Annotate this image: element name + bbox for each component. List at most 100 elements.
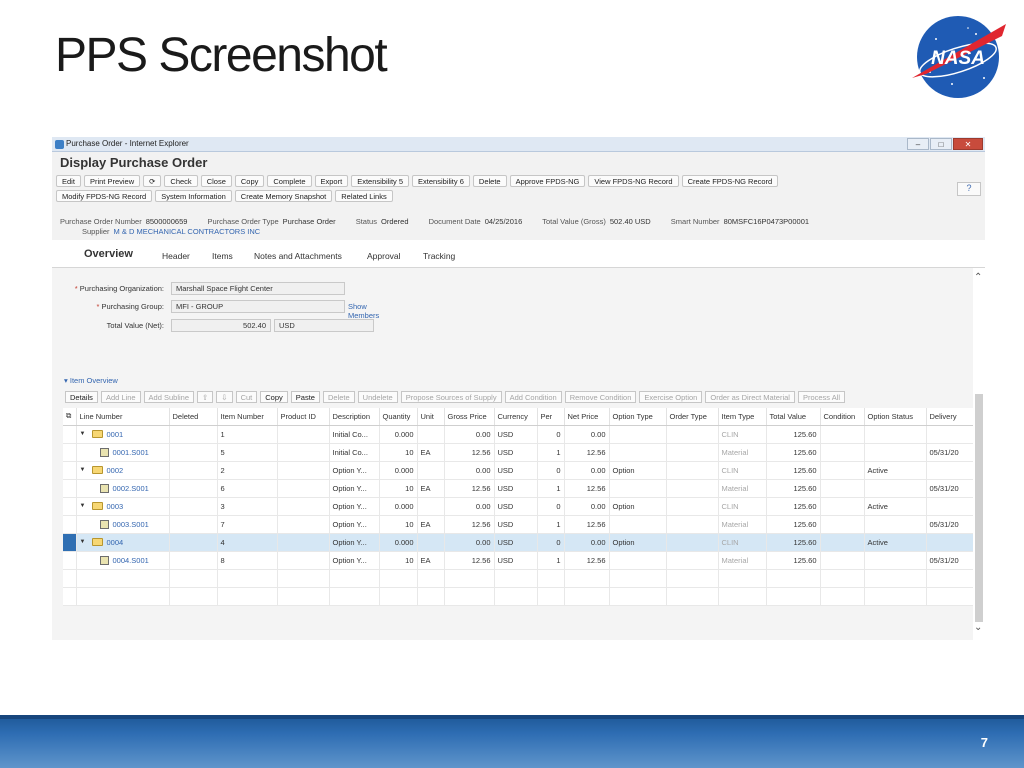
cell-itype: Material <box>718 551 767 570</box>
line-number-link[interactable]: 0001.S001 <box>113 448 149 457</box>
toolbar-button-modify-fpds-ng-record[interactable]: Modify FPDS-NG Record <box>56 190 153 202</box>
expand-arrow-icon[interactable]: ▼ <box>80 503 88 509</box>
minimize-button[interactable]: – <box>907 138 929 150</box>
item-toolbar-details-button[interactable]: Details <box>65 391 98 403</box>
table-row[interactable]: 0003.S001 7 Option Y... 10 EA 12.56 USD 1 12.56 M… <box>63 515 974 534</box>
line-number-link[interactable]: 0004.S001 <box>113 556 149 565</box>
show-members-link[interactable]: Show Members <box>348 302 379 320</box>
purch-org-field[interactable]: Marshall Space Flight Center <box>171 282 345 295</box>
toolbar-button-view-fpds-ng-record[interactable]: View FPDS-NG Record <box>588 175 679 187</box>
column-header-quantity[interactable]: Quantity <box>379 408 418 426</box>
scroll-up-icon[interactable]: ⌃ <box>974 272 982 283</box>
column-header-total-value[interactable]: Total Value <box>766 408 821 426</box>
line-number-link[interactable]: 0002.S001 <box>113 484 149 493</box>
table-row[interactable]: 0004.S001 8 Option Y... 10 EA 12.56 USD 1 12.56 M… <box>63 551 974 570</box>
column-header-per[interactable]: Per <box>537 408 565 426</box>
column-header-unit[interactable]: Unit <box>417 408 445 426</box>
column-header-option-status[interactable]: Option Status <box>864 408 927 426</box>
line-number-link[interactable]: 0003.S001 <box>113 520 149 529</box>
column-header-deleted[interactable]: Deleted <box>169 408 218 426</box>
row-selector[interactable] <box>63 551 77 570</box>
toolbar-button-create-fpds-ng-record[interactable]: Create FPDS-NG Record <box>681 175 779 187</box>
expand-arrow-icon[interactable]: ▼ <box>80 467 88 473</box>
column-header-description[interactable]: Description <box>329 408 380 426</box>
tab-approval[interactable]: Approval <box>367 251 401 261</box>
item-overview-title[interactable]: ▾ Item Overview <box>64 376 118 385</box>
cell-unit <box>417 461 445 480</box>
table-row[interactable]: 0001.S001 5 Initial Co... 10 EA 12.56 USD 1 12.5… <box>63 443 974 462</box>
toolbar-button-create-memory-snapshot[interactable]: Create Memory Snapshot <box>234 190 333 202</box>
line-number-link[interactable]: 0003 <box>107 502 124 511</box>
table-row[interactable]: ▼ 0002 2 Option Y... 0.000 0.00 USD 0 0.00 Option… <box>63 461 974 480</box>
table-row[interactable]: ▼ 0003 3 Option Y... 0.000 0.00 USD 0 0.00 Option… <box>63 497 974 516</box>
toolbar-button-extensibility-5[interactable]: Extensibility 5 <box>351 175 410 187</box>
toolbar-button-extensibility-6[interactable]: Extensibility 6 <box>412 175 470 187</box>
toolbar-button-related-links[interactable]: Related Links <box>335 190 393 202</box>
table-row[interactable]: 0002.S001 6 Option Y... 10 EA 12.56 USD 1 12.56 M… <box>63 479 974 498</box>
line-number-link[interactable]: 0004 <box>107 538 124 547</box>
column-header-net-price[interactable]: Net Price <box>564 408 610 426</box>
cell-qty: 10 <box>379 551 418 570</box>
cell-per: 0 <box>537 497 565 516</box>
table-row[interactable]: ▼ 0001 1 Initial Co... 0.000 0.00 USD 0 0.00 CLIN… <box>63 425 974 444</box>
scroll-down-icon[interactable]: ⌄ <box>974 622 982 633</box>
item-toolbar-paste-button[interactable]: Paste <box>290 391 320 403</box>
vertical-scrollbar[interactable]: ⌃ ⌄ <box>973 268 985 640</box>
cell-per: 1 <box>537 551 565 570</box>
toolbar-button-refresh[interactable]: ⟳ <box>143 175 162 187</box>
toolbar-button-approve-fpds-ng[interactable]: Approve FPDS-NG <box>509 175 586 187</box>
cell-gross: 0.00 <box>444 425 495 444</box>
smart-number: 80MSFC16P0473P00001 <box>723 217 810 226</box>
toolbar-button-edit[interactable]: Edit <box>56 175 81 187</box>
expand-arrow-icon[interactable]: ▼ <box>80 431 88 437</box>
item-toolbar-process-all-button: Process All <box>797 391 846 403</box>
column-header-line-number[interactable]: Line Number <box>76 408 170 426</box>
toolbar-button-close[interactable]: Close <box>200 175 232 187</box>
toolbar-button-delete[interactable]: Delete <box>472 175 507 187</box>
select-all-icon[interactable]: ⧉ <box>63 408 77 426</box>
row-selector[interactable] <box>63 533 77 552</box>
tab-header[interactable]: Header <box>162 251 190 261</box>
cell-desc: Option Y... <box>329 533 380 552</box>
row-selector[interactable] <box>63 461 77 480</box>
tab-notes-attachments[interactable]: Notes and Attachments <box>254 251 342 261</box>
row-selector[interactable] <box>63 443 77 462</box>
empty-cell <box>379 569 418 588</box>
row-selector[interactable] <box>63 425 77 444</box>
toolbar-button-export[interactable]: Export <box>314 175 349 187</box>
column-header-product-id[interactable]: Product ID <box>277 408 330 426</box>
column-header-item-number[interactable]: Item Number <box>217 408 278 426</box>
help-button[interactable]: ? <box>957 182 981 196</box>
toolbar-button-complete[interactable]: Complete <box>267 175 312 187</box>
line-number-link[interactable]: 0001 <box>107 430 124 439</box>
line-number-link[interactable]: 0002 <box>107 466 124 475</box>
tab-items[interactable]: Items <box>212 251 233 261</box>
row-selector[interactable] <box>63 515 77 534</box>
column-header-item-type[interactable]: Item Type <box>718 408 767 426</box>
tab-tracking[interactable]: Tracking <box>423 251 455 261</box>
row-selector[interactable] <box>63 479 77 498</box>
column-header-currency[interactable]: Currency <box>494 408 538 426</box>
column-header-delivery[interactable]: Delivery <box>926 408 974 426</box>
supplier-link[interactable]: M & D MECHANICAL CONTRACTORS INC <box>114 227 261 236</box>
purch-group-field[interactable]: MFI - GROUP <box>171 300 345 313</box>
cell-ostatus <box>864 515 927 534</box>
maximize-button[interactable]: □ <box>930 138 952 150</box>
toolbar-button-system-information[interactable]: System Information <box>155 190 232 202</box>
empty-cell <box>329 569 380 588</box>
item-toolbar-copy-button[interactable]: Copy <box>260 391 288 403</box>
toolbar-button-check[interactable]: Check <box>164 175 198 187</box>
table-row[interactable]: ▼ 0004 4 Option Y... 0.000 0.00 USD 0 0.00 Option… <box>63 533 974 552</box>
expand-arrow-icon[interactable]: ▼ <box>80 539 88 545</box>
column-header-order-type[interactable]: Order Type <box>666 408 719 426</box>
tab-overview[interactable]: Overview <box>84 248 133 260</box>
toolbar-button-print-preview[interactable]: Print Preview <box>83 175 141 187</box>
column-header-gross-price[interactable]: Gross Price <box>444 408 495 426</box>
toolbar-button-copy[interactable]: Copy <box>234 175 265 187</box>
row-selector[interactable] <box>63 497 77 516</box>
column-header-condition[interactable]: Condition <box>820 408 865 426</box>
scrollbar-thumb[interactable] <box>975 394 983 622</box>
close-window-button[interactable]: ✕ <box>953 138 983 150</box>
column-header-option-type[interactable]: Option Type <box>609 408 667 426</box>
cell-product <box>277 497 330 516</box>
